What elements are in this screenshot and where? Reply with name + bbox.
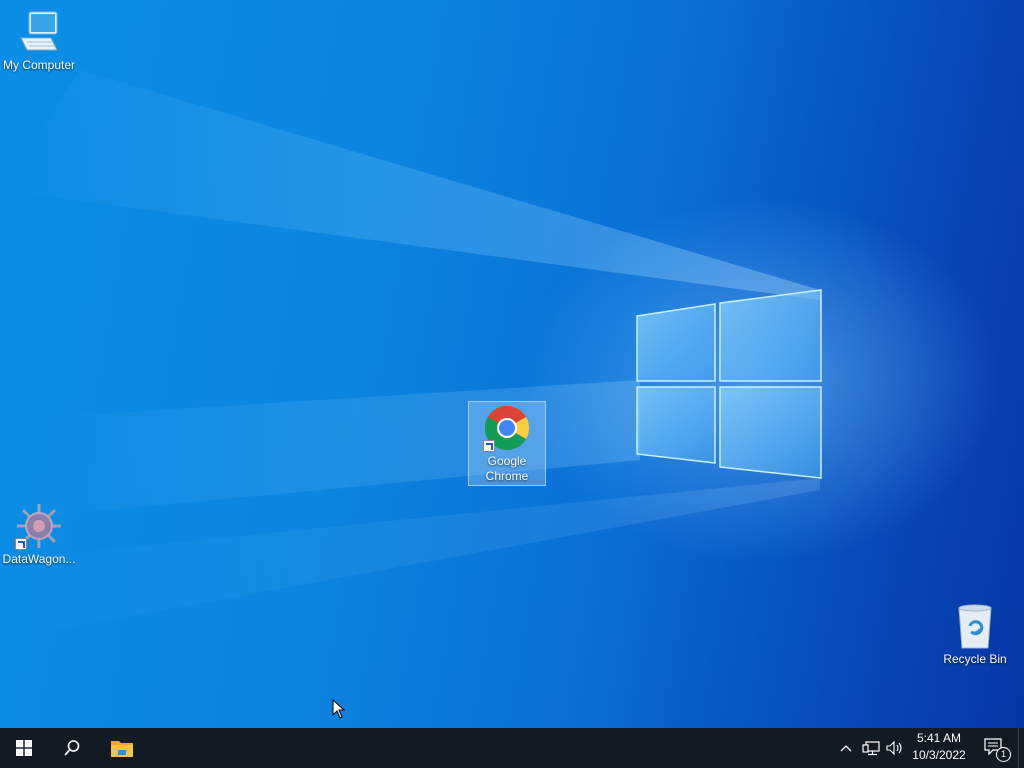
windows-logo-wallpaper — [636, 289, 822, 479]
recycle-bin-icon — [951, 602, 999, 650]
search-button[interactable] — [48, 728, 96, 768]
chrome-icon — [483, 404, 531, 452]
desktop[interactable]: My Computer Google Chrome DataWagon... R… — [0, 0, 1024, 728]
chevron-up-icon — [840, 745, 852, 752]
taskbar: 5:41 AM 10/3/2022 1 — [0, 728, 1024, 768]
taskbar-file-explorer[interactable] — [98, 728, 146, 768]
start-button[interactable] — [0, 728, 48, 768]
desktop-icon-label: Google Chrome — [485, 454, 529, 483]
show-hidden-icons-button[interactable] — [836, 728, 856, 768]
desktop-icon-google-chrome[interactable]: Google Chrome — [468, 401, 546, 486]
clock-time: 5:41 AM — [916, 731, 962, 745]
volume-icon — [886, 740, 902, 756]
shortcut-arrow-icon — [15, 538, 27, 550]
notification-count-badge: 1 — [996, 747, 1011, 762]
windows-start-icon — [16, 740, 32, 756]
file-explorer-icon — [111, 741, 133, 757]
taskbar-clock[interactable]: 5:41 AM 10/3/2022 — [906, 730, 972, 766]
computer-icon — [15, 8, 63, 56]
show-desktop-button[interactable] — [1018, 728, 1024, 768]
desktop-icon-label: Recycle Bin — [943, 652, 1007, 666]
desktop-icon-label: DataWagon... — [2, 552, 76, 566]
desktop-icon-my-computer[interactable]: My Computer — [1, 8, 77, 73]
volume-button[interactable] — [884, 728, 906, 768]
mouse-cursor-icon — [332, 699, 346, 719]
shortcut-arrow-icon — [483, 440, 495, 452]
clock-date: 10/3/2022 — [912, 748, 966, 762]
search-icon — [64, 740, 80, 756]
network-icon — [862, 741, 880, 756]
desktop-icon-datawagon[interactable]: DataWagon... — [1, 502, 77, 567]
network-button[interactable] — [860, 728, 882, 768]
action-center-button[interactable]: 1 — [978, 728, 1012, 768]
datawagon-icon — [15, 502, 63, 550]
desktop-icon-recycle-bin[interactable]: Recycle Bin — [937, 602, 1013, 667]
wallpaper-light-beams — [0, 70, 822, 640]
desktop-icon-label: My Computer — [2, 58, 76, 72]
